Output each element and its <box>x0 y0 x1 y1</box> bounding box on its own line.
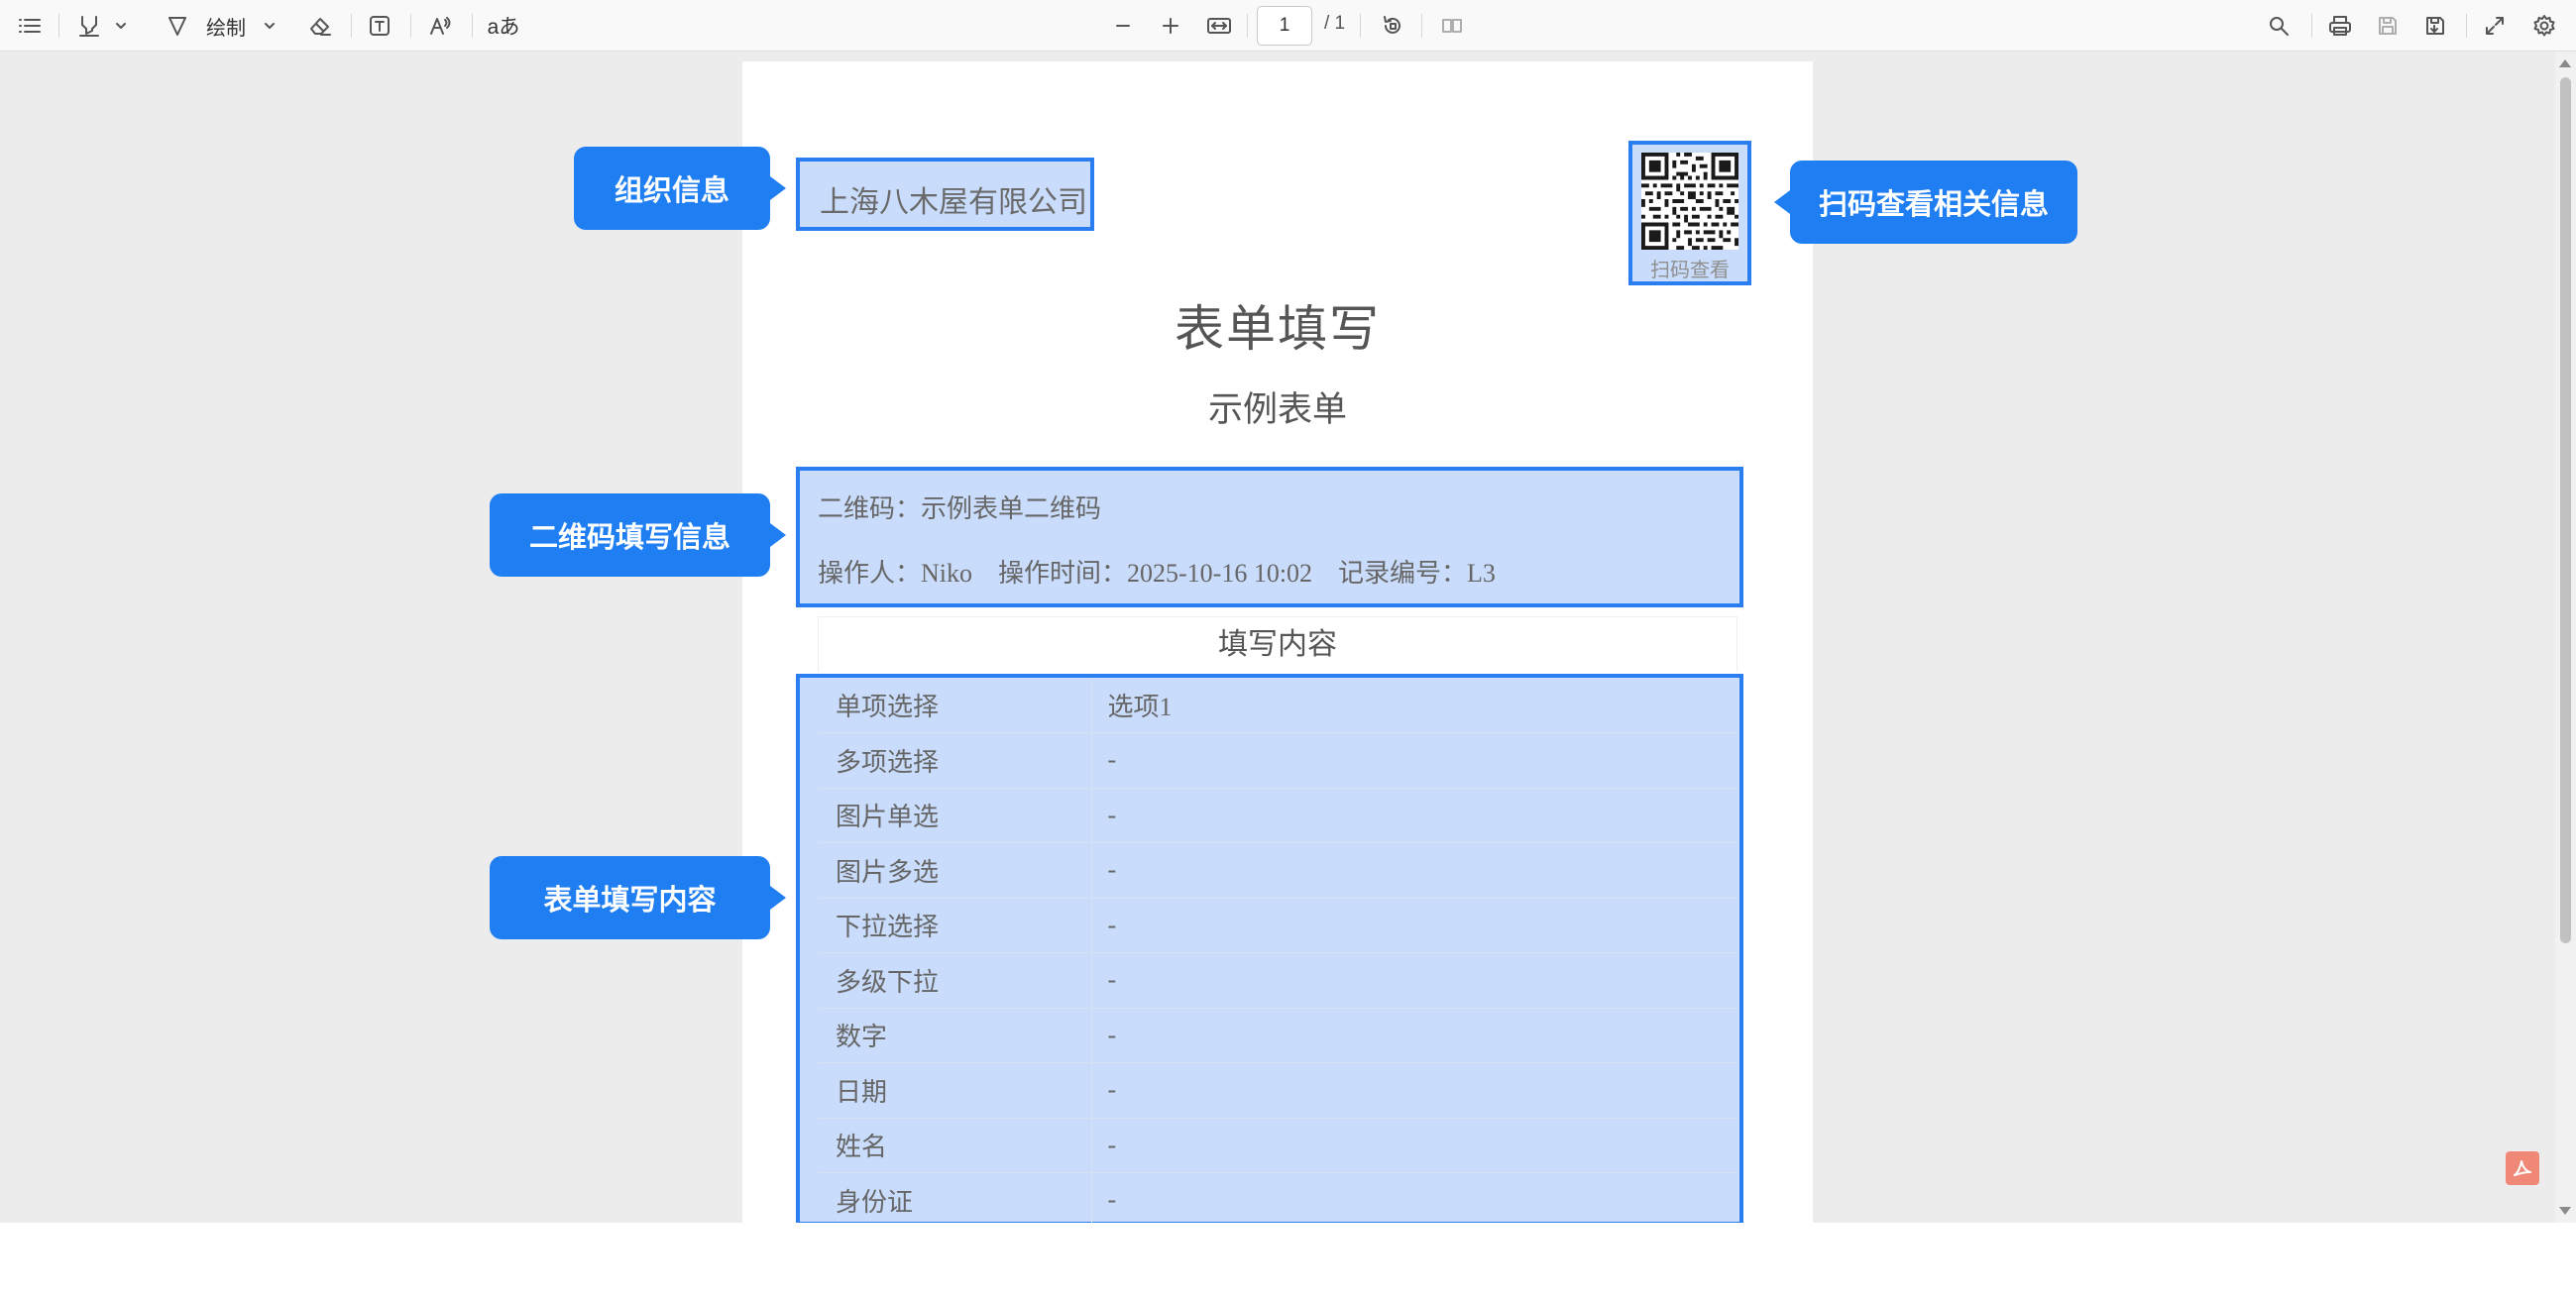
settings-gear-icon[interactable] <box>2527 9 2561 43</box>
callout-form-content: 表单填写内容 <box>490 856 786 939</box>
vertical-scrollbar[interactable] <box>2555 52 2576 1223</box>
toolbar-divider <box>1421 14 1422 38</box>
toolbar-divider <box>1360 14 1361 38</box>
field-value: - <box>1091 952 1739 1009</box>
search-icon[interactable] <box>2262 9 2296 43</box>
field-label: 多级下拉 <box>818 952 1092 1009</box>
outline-list-icon[interactable] <box>14 9 46 43</box>
org-highlight-box: 上海八木屋有限公司 <box>796 158 1094 231</box>
draw-dropdown-chevron-icon[interactable] <box>258 9 281 43</box>
table-row: 数字 - <box>818 1008 1739 1063</box>
rotate-icon[interactable] <box>1376 9 1409 43</box>
scroll-thumb[interactable] <box>2560 77 2571 943</box>
print-icon[interactable] <box>2323 9 2357 43</box>
field-label: 单项选择 <box>818 678 1092 733</box>
zoom-in-icon[interactable] <box>1156 9 1185 43</box>
pdf-toolbar: 绘制 aあ / 1 <box>0 0 2576 52</box>
acrobat-icon[interactable] <box>2506 1151 2539 1185</box>
field-label: 多项选择 <box>818 732 1092 789</box>
save-as-icon[interactable] <box>2418 9 2452 43</box>
form-fields-table: 单项选择 选项1 多项选择 - 图片单选 - 图片多选 - 下拉选择 - 多级下拉 - 数字 - 日期 - 姓名… <box>818 678 1739 1223</box>
section-title: 填写内容 <box>818 616 1737 672</box>
document-viewer[interactable]: 上海八木屋有限公司 扫码查看 表单填写 示例表单 二维码：示例表单二维码 操作人… <box>0 52 2576 1223</box>
toolbar-divider <box>410 14 411 38</box>
table-row: 姓名 - <box>818 1118 1739 1173</box>
table-row: 图片多选 - <box>818 842 1739 899</box>
toolbar-divider <box>2466 14 2467 38</box>
scroll-down-arrow-icon[interactable] <box>2559 1207 2571 1215</box>
callout-qr-info: 扫码查看相关信息 <box>1774 161 2077 244</box>
form-subtitle: 示例表单 <box>1207 390 1347 429</box>
toolbar-divider <box>472 14 473 38</box>
field-label: 下拉选择 <box>818 898 1092 953</box>
toolbar-divider <box>58 14 59 38</box>
form-content-highlight-box: 单项选择 选项1 多项选择 - 图片单选 - 图片多选 - 下拉选择 - 多级下拉 - 数字 - 日期 - 姓名… <box>796 674 1743 1223</box>
toolbar-divider <box>351 14 352 38</box>
read-aloud-icon[interactable] <box>424 9 458 43</box>
field-value: - <box>1091 842 1739 899</box>
field-value: - <box>1091 732 1739 789</box>
table-row: 下拉选择 - <box>818 898 1739 953</box>
toolbar-divider <box>2311 14 2312 38</box>
page-number-input[interactable] <box>1257 6 1312 46</box>
field-label: 图片单选 <box>818 788 1092 843</box>
table-row: 图片单选 - <box>818 788 1739 843</box>
table-row: 单项选择 选项1 <box>818 678 1739 733</box>
translate-button[interactable]: aあ <box>484 9 523 43</box>
field-value: 选项1 <box>1091 678 1739 733</box>
toolbar-divider <box>1247 14 1248 38</box>
operator-info: 操作人：Niko 操作时间：2025-10-16 10:02 记录编号：L3 <box>818 559 1496 588</box>
table-row: 身份证 - <box>818 1172 1739 1223</box>
field-value: - <box>1091 788 1739 843</box>
highlight-dropdown-chevron-icon[interactable] <box>109 9 133 43</box>
fullscreen-icon[interactable] <box>2478 9 2512 43</box>
form-title: 表单填写 <box>1175 301 1381 357</box>
text-box-icon[interactable] <box>363 9 396 43</box>
field-value: - <box>1091 1118 1739 1173</box>
field-label: 姓名 <box>818 1118 1092 1173</box>
table-row: 多项选择 - <box>818 732 1739 789</box>
highlight-icon[interactable] <box>73 9 105 43</box>
two-page-view-icon[interactable] <box>1435 9 1469 43</box>
field-value: - <box>1091 1172 1739 1223</box>
qr-code-icon <box>1641 153 1738 250</box>
field-label: 日期 <box>818 1062 1092 1119</box>
fit-width-icon[interactable] <box>1201 9 1237 43</box>
table-row: 日期 - <box>818 1062 1739 1119</box>
field-value: - <box>1091 1062 1739 1119</box>
qr-info-highlight-box: 二维码：示例表单二维码 操作人：Niko 操作时间：2025-10-16 10:… <box>796 467 1743 607</box>
zoom-out-icon[interactable] <box>1108 9 1138 43</box>
qr-highlight-box: 扫码查看 <box>1628 141 1751 285</box>
field-label: 身份证 <box>818 1172 1092 1223</box>
field-value: - <box>1091 1008 1739 1063</box>
field-value: - <box>1091 898 1739 953</box>
page-total: / 1 <box>1324 13 1346 34</box>
draw-label[interactable]: 绘制 <box>202 9 250 43</box>
eraser-icon[interactable] <box>303 9 337 43</box>
pdf-page: 上海八木屋有限公司 扫码查看 表单填写 示例表单 二维码：示例表单二维码 操作人… <box>742 61 1813 1223</box>
field-label: 图片多选 <box>818 842 1092 899</box>
scroll-up-arrow-icon[interactable] <box>2559 59 2571 67</box>
qr-code-info: 二维码：示例表单二维码 <box>818 494 1102 523</box>
callout-qr-fill-info: 二维码填写信息 <box>490 493 786 577</box>
qr-caption: 扫码查看 <box>1650 260 1730 281</box>
save-icon[interactable] <box>2371 9 2405 43</box>
organization-name: 上海八木屋有限公司 <box>820 186 1087 219</box>
table-row: 多级下拉 - <box>818 952 1739 1009</box>
draw-icon[interactable] <box>163 9 192 43</box>
callout-org-info: 组织信息 <box>574 147 786 230</box>
field-label: 数字 <box>818 1008 1092 1063</box>
